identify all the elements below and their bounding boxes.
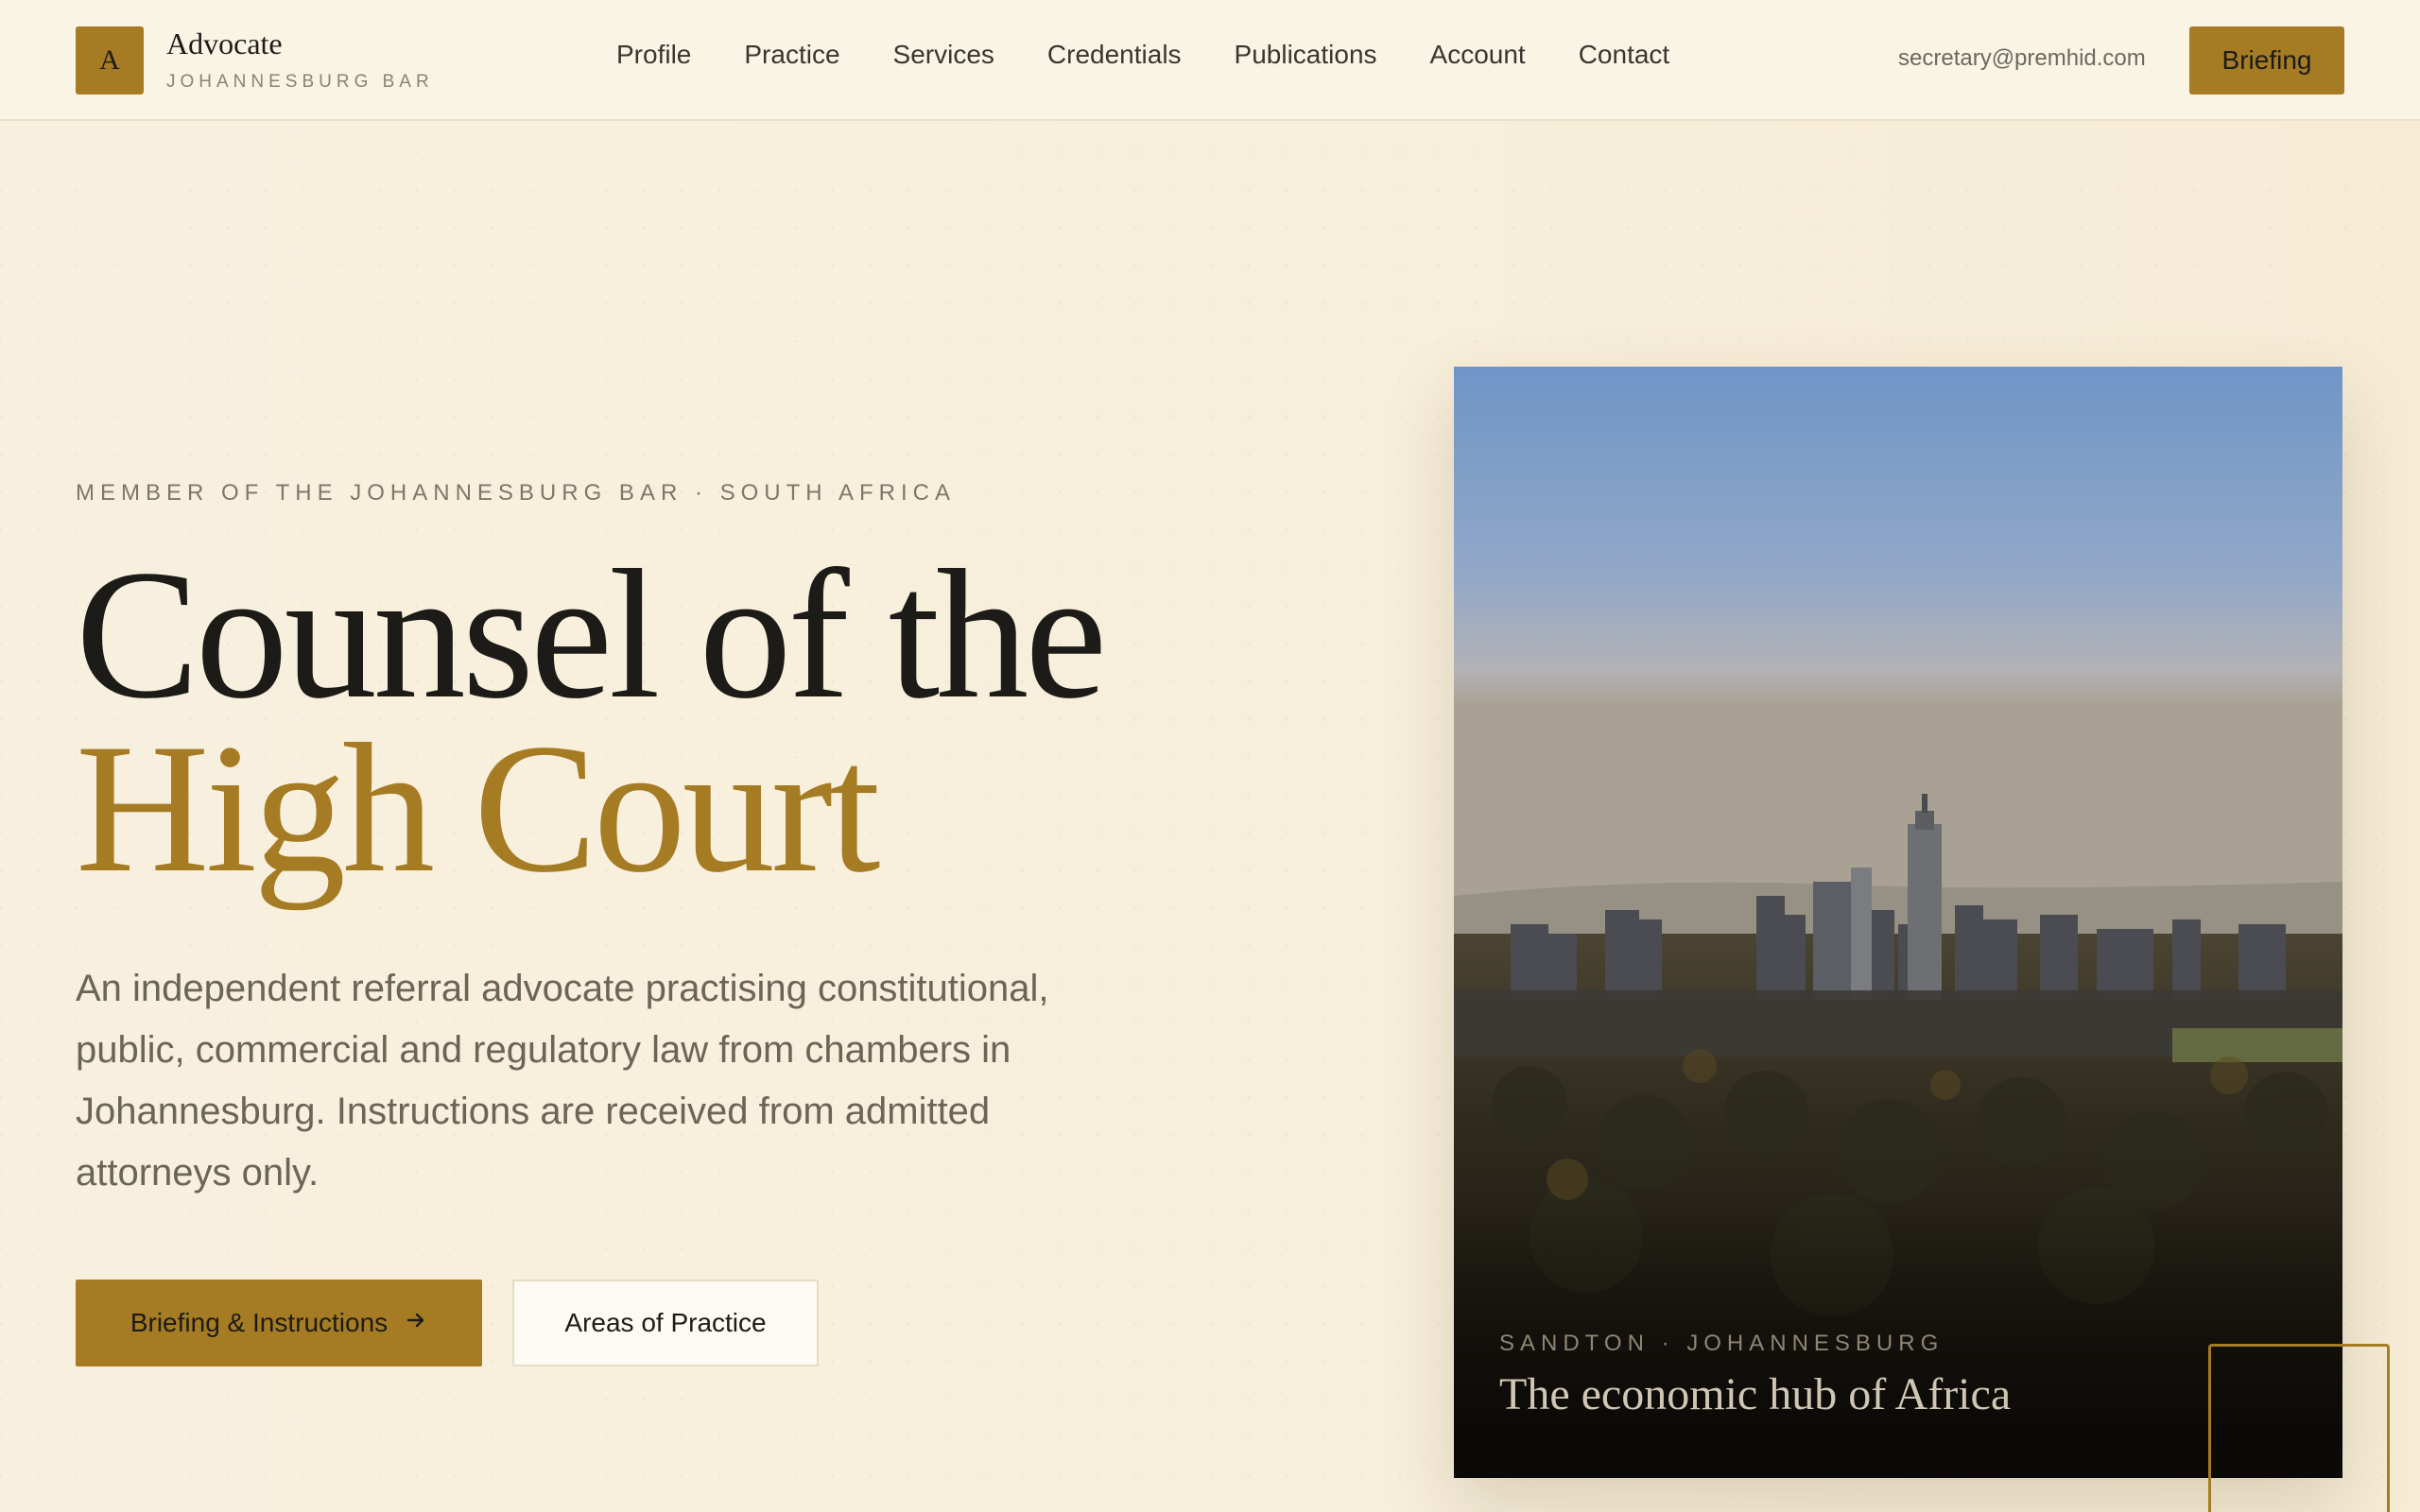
city-skyline-image: SANDTON · JOHANNESBURG The economic hub … [1454, 367, 2342, 1478]
main-nav: Profile Practice Services Credentials Pu… [616, 40, 1669, 70]
nav-item-credentials[interactable]: Credentials [1047, 40, 1182, 70]
nav-item-services[interactable]: Services [893, 40, 994, 70]
nav-item-practice[interactable]: Practice [744, 40, 839, 70]
brand-subtitle: JOHANNESBURG BAR [166, 72, 434, 92]
header-email-link[interactable]: secretary@premhid.com [1898, 45, 2146, 72]
briefing-instructions-button[interactable]: Briefing & Instructions [76, 1280, 482, 1366]
nav-item-account[interactable]: Account [1430, 40, 1526, 70]
arrow-right-icon [405, 1308, 427, 1338]
site-header: A Advocate JOHANNESBURG BAR Profile Prac… [0, 0, 2420, 121]
briefing-instructions-label: Briefing & Instructions [130, 1308, 389, 1337]
areas-of-practice-button[interactable]: Areas of Practice [512, 1280, 819, 1366]
brand-name[interactable]: Advocate [166, 26, 283, 61]
hero-description: An independent referral advocate practis… [76, 968, 1049, 1194]
hero-headline: Counsel of the High Court [76, 532, 1107, 911]
photo-kicker: SANDTON · JOHANNESBURG [1499, 1331, 1945, 1356]
headline-line-2: High Court [76, 706, 880, 911]
nav-item-profile[interactable]: Profile [616, 40, 691, 70]
briefing-button[interactable]: Briefing [2189, 26, 2344, 94]
decorative-frame-accent [2208, 1344, 2390, 1512]
nav-item-contact[interactable]: Contact [1579, 40, 1670, 70]
logo-mark[interactable]: A [76, 26, 144, 94]
nav-item-publications[interactable]: Publications [1235, 40, 1377, 70]
headline-line-1: Counsel of the [76, 532, 1107, 737]
photo-caption: The economic hub of Africa [1499, 1369, 2012, 1419]
hero-eyebrow: MEMBER OF THE JOHANNESBURG BAR · SOUTH A… [76, 480, 956, 506]
